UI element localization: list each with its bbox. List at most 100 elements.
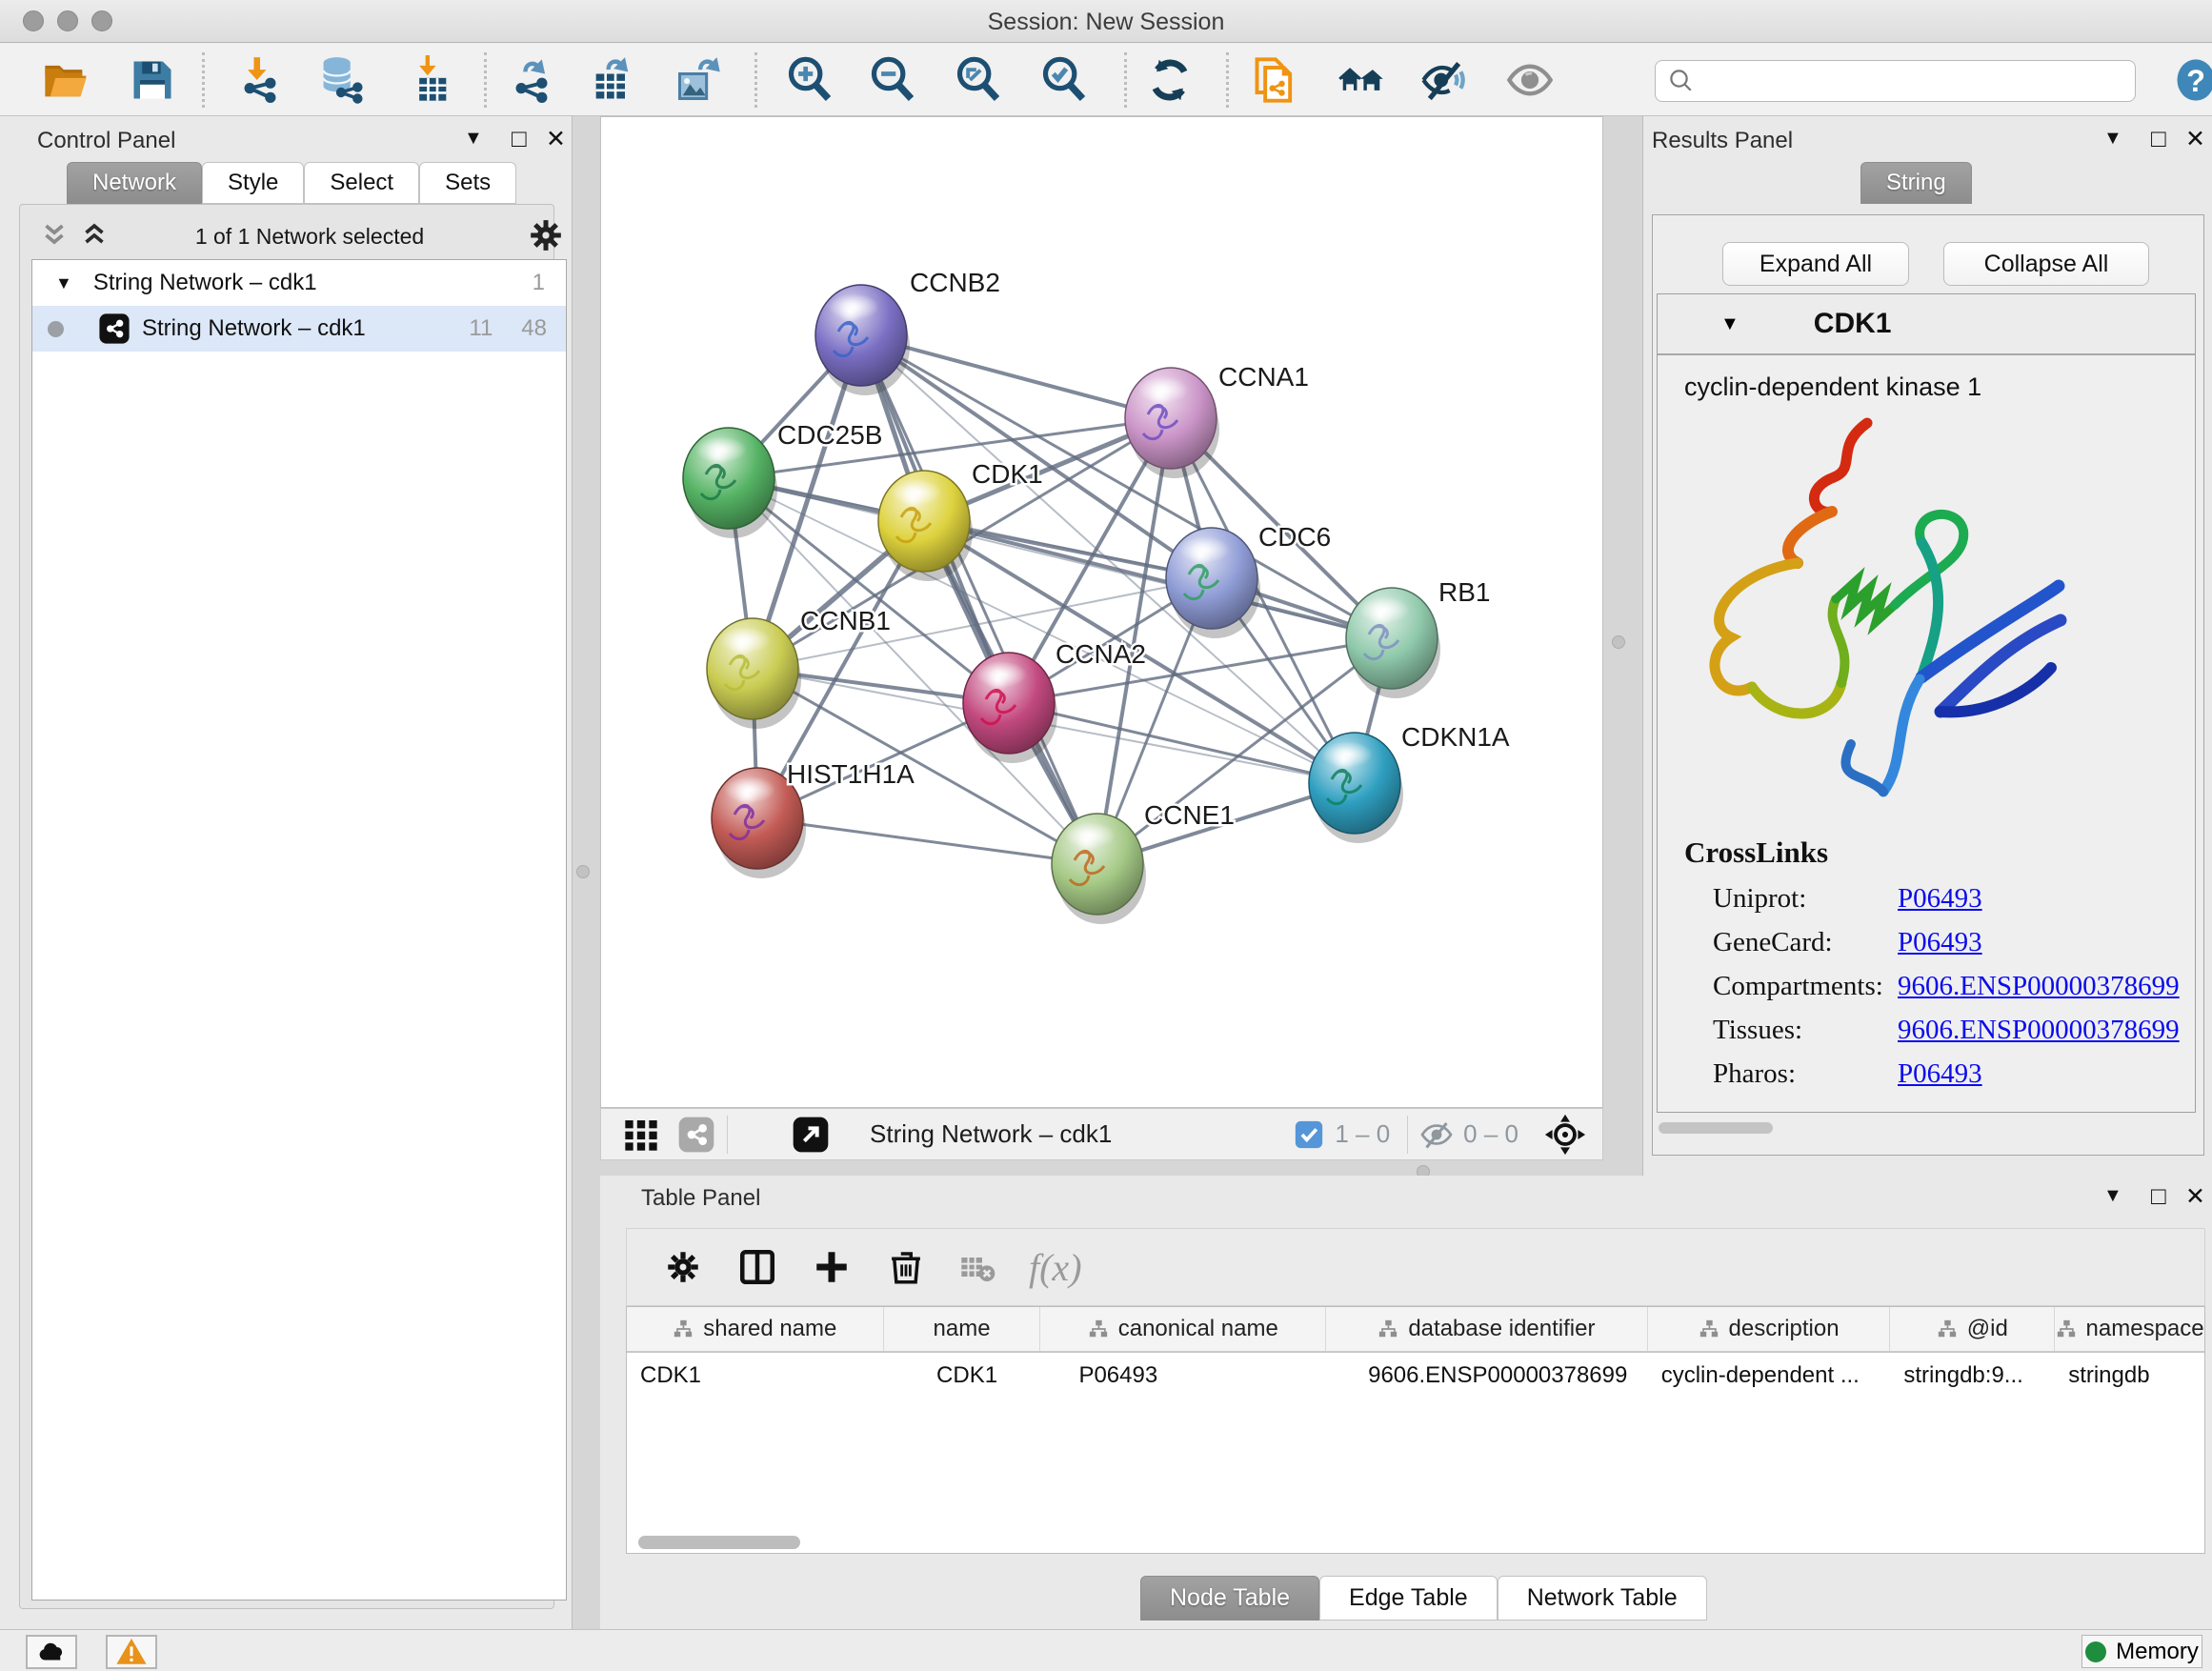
network-row[interactable]: String Network – cdk1 11 48	[32, 306, 566, 352]
tab-string[interactable]: String	[1860, 162, 1972, 204]
tab-select[interactable]: Select	[304, 162, 419, 204]
search-box[interactable]	[1655, 60, 2136, 102]
results-panel-close-icon[interactable]: ✕	[2185, 125, 2205, 153]
memory-button[interactable]: Memory	[2081, 1635, 2202, 1668]
node-label-ccnb2: CCNB2	[910, 268, 1000, 297]
refresh-icon[interactable]	[1144, 54, 1196, 106]
network-options-gear-icon[interactable]	[527, 216, 565, 259]
column-header[interactable]: name	[884, 1307, 1041, 1351]
protein-node-ccnb2[interactable]: CCNB2	[815, 268, 1000, 395]
show-all-icon[interactable]	[1504, 54, 1556, 106]
memory-label: Memory	[2116, 1639, 2199, 1665]
protein-node-ccne1[interactable]: CCNE1	[1052, 800, 1235, 924]
node-label-ccnb1: CCNB1	[800, 606, 891, 635]
protein-node-hist1h1a[interactable]: HIST1H1A	[712, 759, 915, 878]
network-collection-row[interactable]: ▼ String Network – cdk1 1	[32, 260, 566, 306]
window-title: Session: New Session	[0, 9, 2212, 36]
protein-node-ccnb1[interactable]: CCNB1	[707, 606, 891, 729]
crosslink-link[interactable]: 9606.ENSP00000378699	[1898, 1015, 2180, 1046]
show-columns-icon[interactable]	[737, 1247, 777, 1287]
collection-expand-icon[interactable]: ▼	[55, 273, 72, 293]
control-panel-float-icon[interactable]: □	[512, 124, 527, 153]
expand-all-icon[interactable]	[78, 219, 111, 256]
control-panel-close-icon[interactable]: ✕	[546, 125, 566, 153]
column-header[interactable]: namespace	[2055, 1307, 2204, 1351]
results-panel-menu-icon[interactable]: ▼	[2103, 128, 2122, 150]
network-view-icon[interactable]	[677, 1116, 715, 1154]
protein-node-cdkn1a[interactable]: CDKN1A	[1309, 722, 1510, 843]
tab-edge-table[interactable]: Edge Table	[1319, 1576, 1498, 1621]
help-icon[interactable]: ?	[2170, 54, 2212, 106]
selected-checkbox-icon[interactable]	[1293, 1118, 1325, 1151]
import-table-icon[interactable]	[404, 54, 455, 106]
zoom-selected-icon[interactable]	[1038, 54, 1090, 106]
table-panel-menu-icon[interactable]: ▼	[2103, 1185, 2122, 1207]
column-header[interactable]: description	[1648, 1307, 1891, 1351]
column-header[interactable]: @id	[1890, 1307, 2055, 1351]
protein-node-cdk1[interactable]: CDK1	[878, 459, 1043, 581]
search-input[interactable]	[1696, 68, 2115, 94]
table-settings-gear-icon[interactable]	[663, 1247, 703, 1287]
add-column-icon[interactable]	[812, 1247, 852, 1287]
delete-column-icon[interactable]	[886, 1247, 926, 1287]
zoom-fit-icon[interactable]	[953, 54, 1004, 106]
column-header[interactable]: database identifier	[1326, 1307, 1648, 1351]
right-splitter-handle[interactable]	[1612, 635, 1625, 649]
crosslink-link[interactable]: P06493	[1898, 883, 1982, 915]
table-hscrollbar[interactable]	[638, 1536, 800, 1549]
column-header[interactable]: canonical name	[1040, 1307, 1326, 1351]
import-network-file-icon[interactable]	[234, 54, 286, 106]
left-splitter-handle[interactable]	[576, 865, 590, 878]
collapse-all-button[interactable]: Collapse All	[1943, 242, 2149, 286]
results-panel-title: Results Panel	[1652, 128, 1793, 154]
network-edge[interactable]	[757, 818, 1097, 864]
section-collapse-icon[interactable]: ▼	[1720, 313, 1739, 335]
first-neighbors-icon[interactable]	[1336, 54, 1387, 106]
tab-style[interactable]: Style	[202, 162, 304, 204]
column-header[interactable]: shared name	[627, 1307, 884, 1351]
export-network-icon[interactable]	[506, 54, 557, 106]
tab-network[interactable]: Network	[67, 162, 202, 204]
crosslink-link[interactable]: P06493	[1898, 927, 1982, 958]
table-row[interactable]: CDK1 CDK1 P06493 9606.ENSP00000378699 cy…	[627, 1351, 2204, 1397]
tab-network-table[interactable]: Network Table	[1498, 1576, 1707, 1621]
zoom-out-icon[interactable]	[867, 54, 918, 106]
search-icon	[1667, 67, 1696, 95]
expand-all-button[interactable]: Expand All	[1722, 242, 1909, 286]
protein-node-rb1[interactable]: RB1	[1346, 577, 1490, 698]
protein-node-ccna1[interactable]: CCNA1	[1125, 362, 1309, 478]
detach-view-icon[interactable]	[792, 1116, 830, 1154]
results-hscrollbar[interactable]	[1659, 1122, 1773, 1134]
zoom-in-icon[interactable]	[784, 54, 835, 106]
save-session-icon[interactable]	[127, 54, 178, 106]
warning-status-button[interactable]	[106, 1635, 157, 1669]
column-label: shared name	[703, 1316, 836, 1342]
duplicate-network-icon[interactable]	[1250, 54, 1301, 106]
protein-section-header[interactable]: ▼ CDK1	[1658, 294, 2195, 355]
export-image-icon[interactable]	[673, 54, 724, 106]
node-label-ccna2: CCNA2	[1056, 639, 1146, 669]
open-file-icon[interactable]	[40, 54, 91, 106]
results-panel-float-icon[interactable]: □	[2151, 124, 2166, 153]
collapse-all-icon[interactable]	[38, 219, 70, 256]
birds-eye-icon[interactable]	[1543, 1113, 1587, 1157]
grid-view-icon[interactable]	[622, 1116, 660, 1154]
protein-node-cdc6[interactable]: CDC6	[1166, 522, 1331, 638]
hide-selected-icon[interactable]	[1418, 54, 1470, 106]
cloud-status-button[interactable]	[26, 1635, 77, 1669]
tab-node-table[interactable]: Node Table	[1140, 1576, 1319, 1621]
import-network-database-icon[interactable]	[315, 54, 367, 106]
table-panel-close-icon[interactable]: ✕	[2185, 1182, 2205, 1211]
control-panel-menu-icon[interactable]: ▼	[464, 128, 483, 150]
hidden-eye-icon[interactable]	[1419, 1117, 1454, 1152]
tab-sets[interactable]: Sets	[419, 162, 516, 204]
network-status-dot	[48, 321, 64, 337]
network-graph[interactable]: CCNB2CCNA1CDC25BCDK1CDC6RB1CCNB1CCNA2CDK…	[601, 117, 1604, 1109]
table-panel-float-icon[interactable]: □	[2151, 1181, 2166, 1211]
crosslink-link[interactable]: 9606.ENSP00000378699	[1898, 971, 2180, 1002]
node-table[interactable]: shared name name canonical name database…	[626, 1306, 2205, 1554]
crosslink-link[interactable]: P06493	[1898, 1058, 1982, 1090]
export-table-icon[interactable]	[587, 54, 638, 106]
network-canvas[interactable]: CCNB2CCNA1CDC25BCDK1CDC6RB1CCNB1CCNA2CDK…	[600, 116, 1603, 1108]
network-edge[interactable]	[1009, 703, 1355, 783]
